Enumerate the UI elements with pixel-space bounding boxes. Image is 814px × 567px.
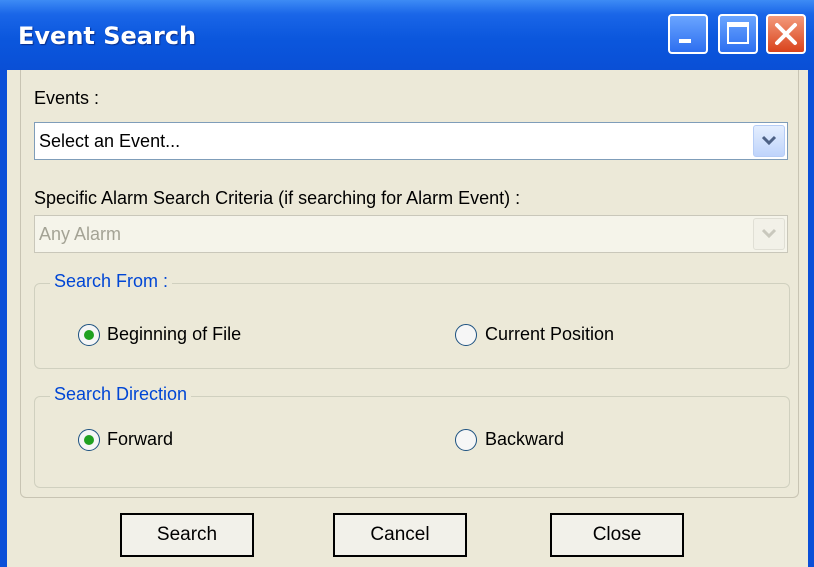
events-dropdown[interactable]: Select an Event... (34, 122, 788, 160)
cancel-button[interactable]: Cancel (333, 513, 467, 557)
radio-selected-dot (84, 330, 94, 340)
alarm-selected-value: Any Alarm (39, 224, 122, 244)
current-position-radio[interactable] (455, 324, 477, 346)
chevron-down-icon (761, 228, 777, 239)
close-button[interactable]: Close (550, 513, 684, 557)
alarm-dropdown-button (753, 218, 785, 250)
backward-label[interactable]: Backward (485, 429, 564, 450)
search-direction-legend: Search Direction (50, 384, 192, 405)
title-bar[interactable]: Event Search (0, 0, 814, 70)
dialog-body: Events : Select an Event... Specific Ala… (7, 70, 808, 567)
search-from-group: Search From : Beginning of File Current … (34, 271, 790, 369)
search-from-legend: Search From : (50, 271, 173, 292)
minimize-icon (679, 39, 691, 43)
events-selected-value: Select an Event... (39, 131, 181, 151)
close-icon (775, 23, 797, 45)
beginning-of-file-radio[interactable] (78, 324, 100, 346)
search-button[interactable]: Search (120, 513, 254, 557)
radio-selected-dot (84, 435, 94, 445)
chevron-down-icon (761, 135, 777, 146)
forward-radio[interactable] (78, 429, 100, 451)
current-position-label[interactable]: Current Position (485, 324, 614, 345)
events-dropdown-button[interactable] (753, 125, 785, 157)
alarm-dropdown: Any Alarm (34, 215, 788, 253)
event-search-window: Event Search Events : Select an Event... (0, 0, 814, 567)
backward-radio[interactable] (455, 429, 477, 451)
search-direction-group: Search Direction Forward Backward (34, 384, 790, 488)
alarm-criteria-label: Specific Alarm Search Criteria (if searc… (34, 188, 521, 208)
beginning-of-file-label[interactable]: Beginning of File (107, 324, 241, 345)
window-title: Event Search (18, 22, 197, 50)
forward-label[interactable]: Forward (107, 429, 173, 450)
close-window-button[interactable] (766, 14, 806, 54)
maximize-icon (727, 22, 749, 44)
maximize-button[interactable] (718, 14, 758, 54)
minimize-button[interactable] (668, 14, 708, 54)
events-label: Events : (34, 88, 100, 108)
